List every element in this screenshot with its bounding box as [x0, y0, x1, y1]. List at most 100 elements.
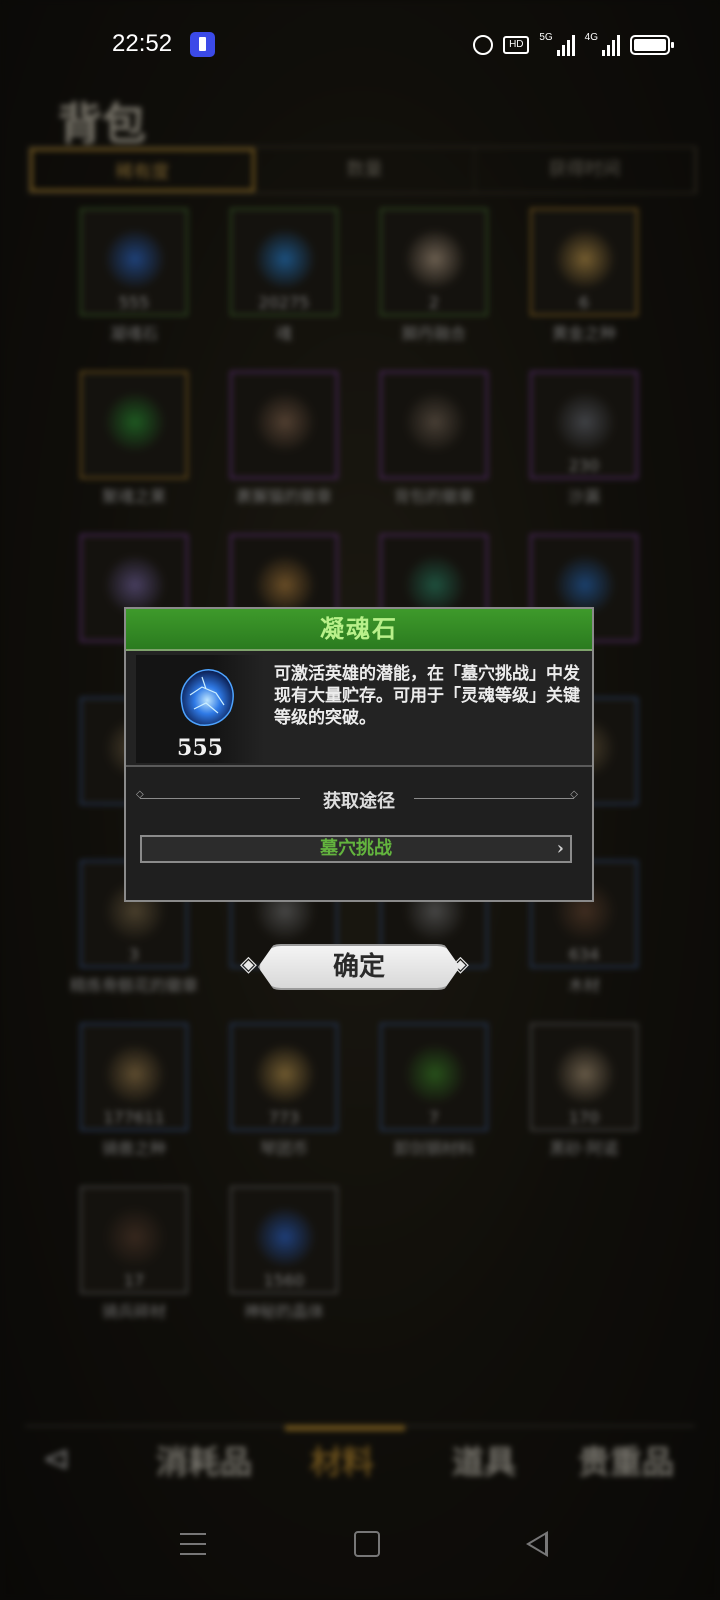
chevron-right-icon: ›: [556, 838, 564, 859]
item-icon: [554, 228, 616, 290]
item-slot[interactable]: 2 脚丹融合: [380, 208, 488, 343]
item-icon: [104, 228, 166, 290]
flashlight-icon: [190, 32, 215, 57]
system-icons: HD 5G 4G: [473, 32, 674, 58]
sort-tab-rarity[interactable]: 稀有度: [30, 148, 255, 192]
item-slot-name: 黄金之种: [551, 324, 616, 343]
item-slot-count: 2: [428, 293, 440, 312]
item-icon: [404, 391, 466, 453]
item-slot-name: 骑兽之种: [101, 1139, 166, 1158]
item-slot[interactable]: 17 骑兵碎材: [80, 1186, 188, 1321]
item-icon: [104, 1206, 166, 1268]
item-slot-name: 骑兵碎材: [101, 1302, 166, 1321]
item-icon: [404, 228, 466, 290]
item-thumbnail: 555: [136, 655, 264, 763]
item-slot-name: 黑砂·阿诺: [549, 1139, 619, 1158]
alarm-icon: [473, 35, 494, 55]
battery-icon: [630, 35, 674, 55]
item-slot-name: 卸剑钢材料: [393, 1139, 474, 1158]
item-slot[interactable]: 聚魂之果: [80, 371, 188, 506]
confirm-button[interactable]: 确定: [258, 944, 460, 990]
item-slot-count: 230: [568, 456, 600, 475]
tab-consumables[interactable]: 消耗品: [156, 1437, 252, 1483]
item-slot-count: 634: [568, 945, 600, 964]
tab-valuables[interactable]: 贵重品: [578, 1437, 674, 1483]
source-section: 获取途径: [126, 767, 592, 823]
sort-tab-time[interactable]: 获得时间: [475, 148, 695, 192]
net-5g-label: 5G: [539, 32, 553, 43]
item-slot-count: 3: [128, 945, 140, 964]
item-slot-name: 沙漏: [567, 487, 600, 506]
item-slot[interactable]: 555 凝魂石: [80, 208, 188, 343]
item-slot[interactable]: 背包的徽章: [380, 371, 488, 506]
back-icon[interactable]: [526, 1531, 548, 1557]
signal-5g-icon: [556, 34, 575, 56]
soul-stone-icon: [180, 669, 234, 726]
item-description: 可激活英雄的潜能，在「墓穴挑战」中发现有大量贮存。可用于「灵魂等级」关键等级的突…: [274, 664, 580, 728]
item-icon: [104, 391, 166, 453]
item-icon: [554, 391, 616, 453]
source-button-label: 墓穴挑战: [320, 838, 392, 859]
item-slot-name: 魂: [275, 324, 292, 343]
item-slot-count: 177611: [103, 1108, 165, 1127]
source-heading: 获取途径: [323, 791, 395, 812]
item-slot-count: 17: [123, 1271, 145, 1290]
item-slot[interactable]: 177611 骑兽之种: [80, 1023, 188, 1158]
item-icon: [554, 1043, 616, 1105]
item-slot-name: 裹獬猫的徽章: [235, 487, 332, 506]
item-slot[interactable]: 20275 魂: [230, 208, 338, 343]
item-slot-count: 170: [568, 1108, 600, 1127]
status-bar: 22:52 HD 5G 4G: [0, 0, 720, 90]
signal-4g-icon: [602, 34, 620, 56]
item-slot[interactable]: 170 黑砂·阿诺: [530, 1023, 638, 1158]
item-slot-count: 7: [428, 1108, 440, 1127]
active-tab-indicator: [285, 1425, 405, 1431]
item-icon: [254, 1043, 316, 1105]
item-count: 555: [177, 735, 223, 761]
item-slot[interactable]: 6 黄金之种: [530, 208, 638, 343]
item-slot-name: 精炼骨骸花的徽章: [69, 976, 198, 995]
item-slot-count: 20275: [258, 293, 310, 312]
source-crypt-challenge-button[interactable]: 墓穴挑战 ›: [140, 835, 572, 863]
menu-icon[interactable]: [180, 1533, 206, 1555]
tab-materials[interactable]: 材料: [310, 1437, 374, 1483]
item-icon: [254, 228, 316, 290]
hd-voice-icon: HD: [503, 36, 530, 54]
item-detail-dialog: 凝魂石 555 可激活英雄的潜能，在「墓穴挑战」中发现有大量贮存。可用于「灵魂等…: [124, 607, 594, 902]
item-slot-name: 琴团币: [259, 1139, 308, 1158]
item-slot-count: 555: [118, 293, 150, 312]
system-nav-bar: [0, 1505, 720, 1600]
tab-props[interactable]: 道具: [452, 1437, 516, 1483]
item-slot-name: 脚丹融合: [401, 324, 466, 343]
confirm-left-ornament-icon: ◈: [240, 952, 257, 977]
item-slot[interactable]: 773 琴团币: [230, 1023, 338, 1158]
item-slot-name: 背包的徽章: [393, 487, 474, 506]
bottom-tab-bar: ⊲ 消耗品 材料 道具 贵重品: [0, 1425, 720, 1495]
confirm-right-ornament-icon: ◈: [452, 952, 469, 977]
sort-tab-quantity[interactable]: 数量: [255, 148, 475, 192]
item-slot[interactable]: 裹獬猫的徽章: [230, 371, 338, 506]
item-slot-name: 聚魂之果: [101, 487, 166, 506]
item-slot-name: 神秘的晶体: [243, 1302, 324, 1321]
item-icon: [254, 391, 316, 453]
item-icon: [254, 1206, 316, 1268]
sort-bar: 稀有度 数量 获得时间: [28, 146, 697, 194]
item-slot-name: 凝魂石: [109, 324, 158, 343]
home-icon[interactable]: [354, 1531, 380, 1557]
item-slot-count: 6: [578, 293, 590, 312]
bag-title: 背包: [58, 99, 146, 150]
divider-right: [414, 789, 578, 800]
dialog-title: 凝魂石: [126, 609, 592, 651]
item-slot[interactable]: 230 沙漏: [530, 371, 638, 506]
item-slot-count: 1560: [263, 1271, 305, 1290]
item-slot-name: 木材: [567, 976, 600, 995]
item-slot[interactable]: 7 卸剑钢材料: [380, 1023, 488, 1158]
item-icon: [404, 1043, 466, 1105]
item-slot-count: 773: [268, 1108, 300, 1127]
net-4g-label: 4G: [584, 32, 598, 43]
item-slot[interactable]: 1560 神秘的晶体: [230, 1186, 338, 1321]
back-arrow-icon[interactable]: ⊲: [42, 1439, 88, 1479]
dialog-body: 555 可激活英雄的潜能，在「墓穴挑战」中发现有大量贮存。可用于「灵魂等级」关键…: [126, 651, 592, 767]
status-time: 22:52: [112, 30, 173, 57]
item-icon: [104, 1043, 166, 1105]
